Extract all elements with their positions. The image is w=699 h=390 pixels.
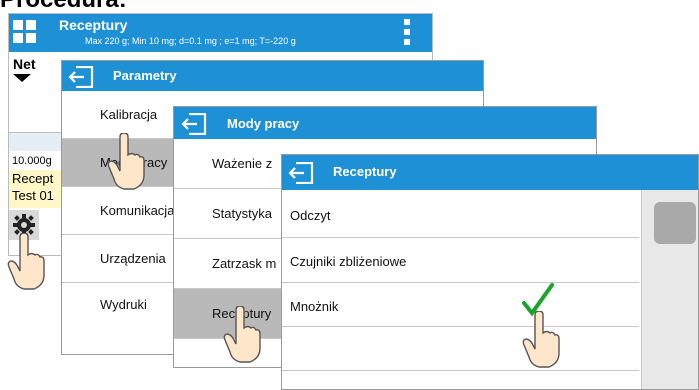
list-item[interactable]: Czujniki zbliżeniowe (282, 238, 639, 283)
info-line-1: Recept (12, 171, 54, 186)
net-label: Net (13, 56, 36, 72)
back-icon[interactable] (288, 162, 314, 184)
list-item-checked[interactable]: Mnożnik (282, 283, 639, 327)
main-subtitle: Max 220 g; Min 10 mg; d=0.1 mg ; e=1 mg;… (85, 36, 296, 46)
procedure-caption: Procedura: (0, 0, 127, 14)
main-header: Receptury Max 220 g; Min 10 mg; d=0.1 mg… (9, 14, 432, 52)
receptury-header: Receptury (282, 155, 698, 190)
parametry-title: Parametry (113, 68, 177, 83)
kebab-menu-icon[interactable] (403, 19, 411, 45)
grid-icon[interactable] (13, 20, 37, 44)
mody-pracy-title: Mody pracy (227, 116, 300, 131)
hand-pointer-icon (223, 306, 261, 363)
scrollbar-thumb[interactable] (654, 202, 696, 244)
hand-pointer-icon (7, 233, 45, 290)
mass-value: 10.000g (12, 155, 52, 167)
hand-pointer-icon (522, 311, 560, 368)
info-line-2: Test 01 (12, 188, 54, 203)
receptury-panel: Receptury Odczyt Czujniki zbliżeniowe Mn… (281, 154, 699, 390)
back-icon[interactable] (68, 66, 94, 88)
list-item[interactable]: Odczyt (282, 190, 639, 238)
status-strip (9, 132, 69, 151)
scrollbar-track[interactable] (641, 190, 698, 389)
hand-pointer-icon (107, 133, 145, 190)
parametry-header: Parametry (62, 61, 483, 91)
main-title: Receptury (59, 17, 128, 33)
net-arrow-icon (13, 74, 31, 82)
list-item[interactable] (282, 327, 639, 371)
mody-pracy-header: Mody pracy (174, 107, 596, 139)
receptury-title: Receptury (333, 164, 397, 179)
back-icon[interactable] (181, 113, 207, 135)
